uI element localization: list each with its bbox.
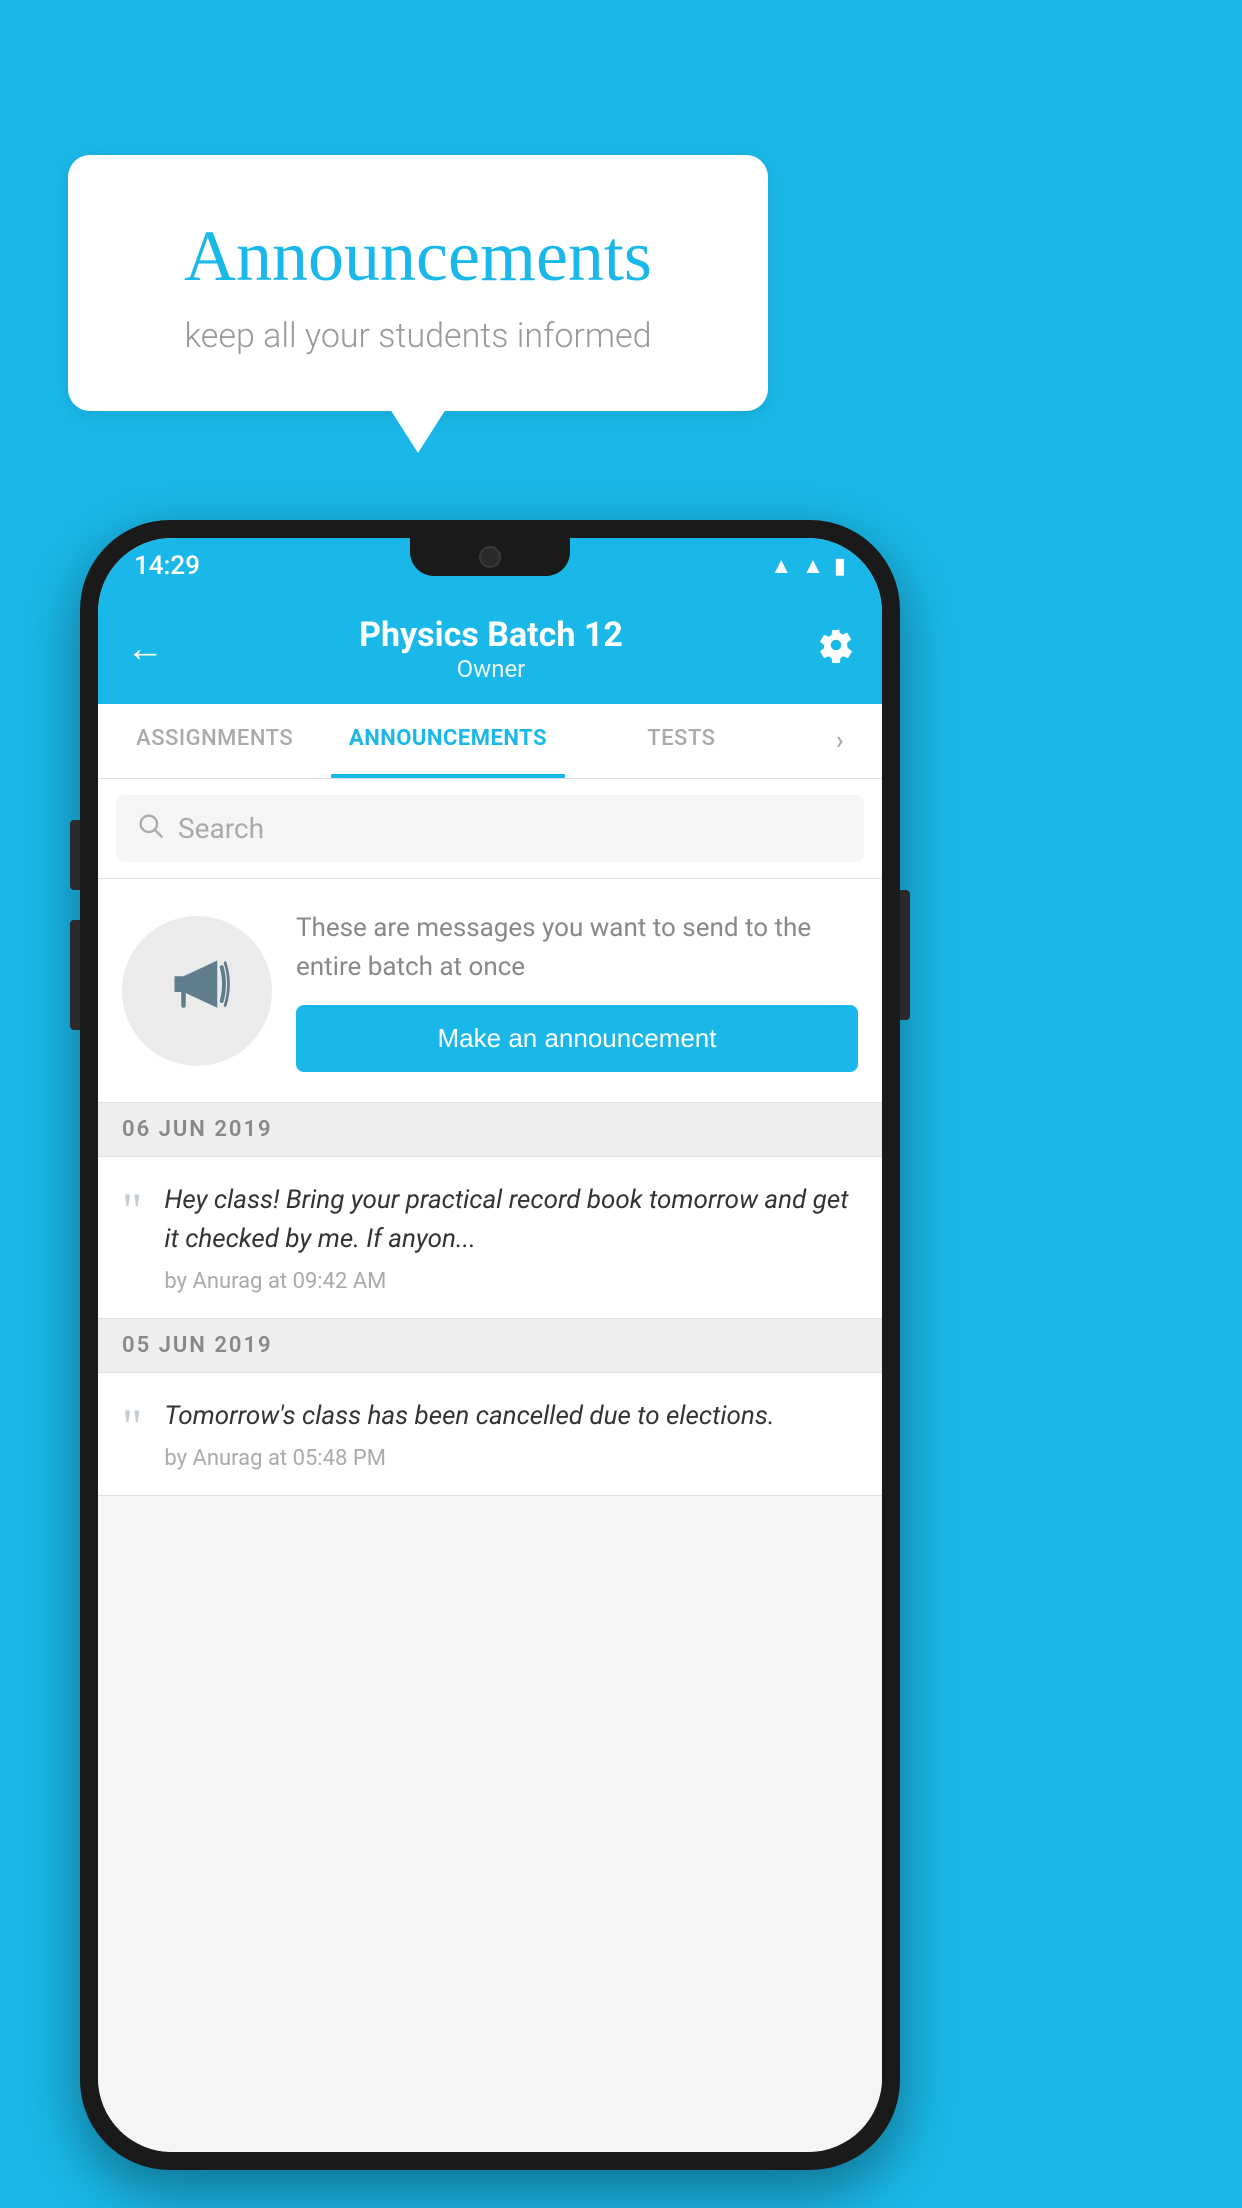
promo-icon-circle (122, 916, 272, 1066)
announcement-item-1[interactable]: " Hey class! Bring your practical record… (98, 1157, 882, 1319)
status-icons: ▲ ▲ ▮ (770, 553, 846, 579)
wifi-icon: ▲ (770, 553, 792, 579)
announcement-item-2[interactable]: " Tomorrow's class has been cancelled du… (98, 1373, 882, 1496)
battery-icon: ▮ (834, 554, 846, 579)
back-button[interactable]: ← (126, 627, 164, 671)
quote-icon-2: " (122, 1401, 142, 1451)
app-bar-subtitle: Owner (359, 655, 623, 683)
phone-frame: 14:29 ▲ ▲ ▮ ← Physics Batch 12 Owner (80, 520, 900, 2170)
announcement-promo: These are messages you want to send to t… (98, 879, 882, 1103)
tab-more[interactable]: › (798, 704, 882, 778)
status-time: 14:29 (134, 551, 200, 581)
announcement-content-1: Hey class! Bring your practical record b… (164, 1181, 858, 1294)
announcement-text-1: Hey class! Bring your practical record b… (164, 1181, 858, 1259)
app-bar-center: Physics Batch 12 Owner (359, 615, 623, 683)
announcement-meta-1: by Anurag at 09:42 AM (164, 1269, 858, 1294)
phone-screen: 14:29 ▲ ▲ ▮ ← Physics Batch 12 Owner (98, 538, 882, 2152)
speech-bubble: Announcements keep all your students inf… (68, 155, 768, 411)
bubble-subtitle: keep all your students informed (118, 316, 718, 356)
settings-button[interactable] (818, 627, 854, 672)
megaphone-icon (161, 947, 233, 1035)
phone-button-right (900, 890, 910, 1020)
phone-notch (410, 538, 570, 576)
tab-assignments[interactable]: ASSIGNMENTS (98, 704, 331, 778)
speech-bubble-container: Announcements keep all your students inf… (68, 155, 768, 411)
phone-camera (479, 546, 501, 568)
content-area: Search (98, 779, 882, 2152)
app-bar: ← Physics Batch 12 Owner (98, 594, 882, 704)
announcement-text-2: Tomorrow's class has been cancelled due … (164, 1397, 858, 1436)
quote-icon-1: " (122, 1185, 142, 1235)
app-bar-title: Physics Batch 12 (359, 615, 623, 655)
tabs-bar: ASSIGNMENTS ANNOUNCEMENTS TESTS › (98, 704, 882, 779)
announcement-content-2: Tomorrow's class has been cancelled due … (164, 1397, 858, 1471)
phone-button-left1 (70, 820, 80, 890)
search-icon (136, 811, 164, 846)
promo-description: These are messages you want to send to t… (296, 909, 858, 987)
phone-button-left2 (70, 920, 80, 1030)
date-separator-1: 06 JUN 2019 (98, 1103, 882, 1157)
make-announcement-button[interactable]: Make an announcement (296, 1005, 858, 1072)
promo-content: These are messages you want to send to t… (296, 909, 858, 1072)
tab-tests[interactable]: TESTS (565, 704, 798, 778)
phone-wrapper: 14:29 ▲ ▲ ▮ ← Physics Batch 12 Owner (80, 520, 900, 2170)
signal-icon: ▲ (802, 553, 824, 579)
search-bar[interactable]: Search (116, 795, 864, 862)
search-container: Search (98, 779, 882, 879)
search-placeholder: Search (178, 812, 264, 845)
tab-announcements[interactable]: ANNOUNCEMENTS (331, 704, 564, 778)
announcement-meta-2: by Anurag at 05:48 PM (164, 1446, 858, 1471)
date-separator-2: 05 JUN 2019 (98, 1319, 882, 1373)
bubble-title: Announcements (118, 215, 718, 298)
